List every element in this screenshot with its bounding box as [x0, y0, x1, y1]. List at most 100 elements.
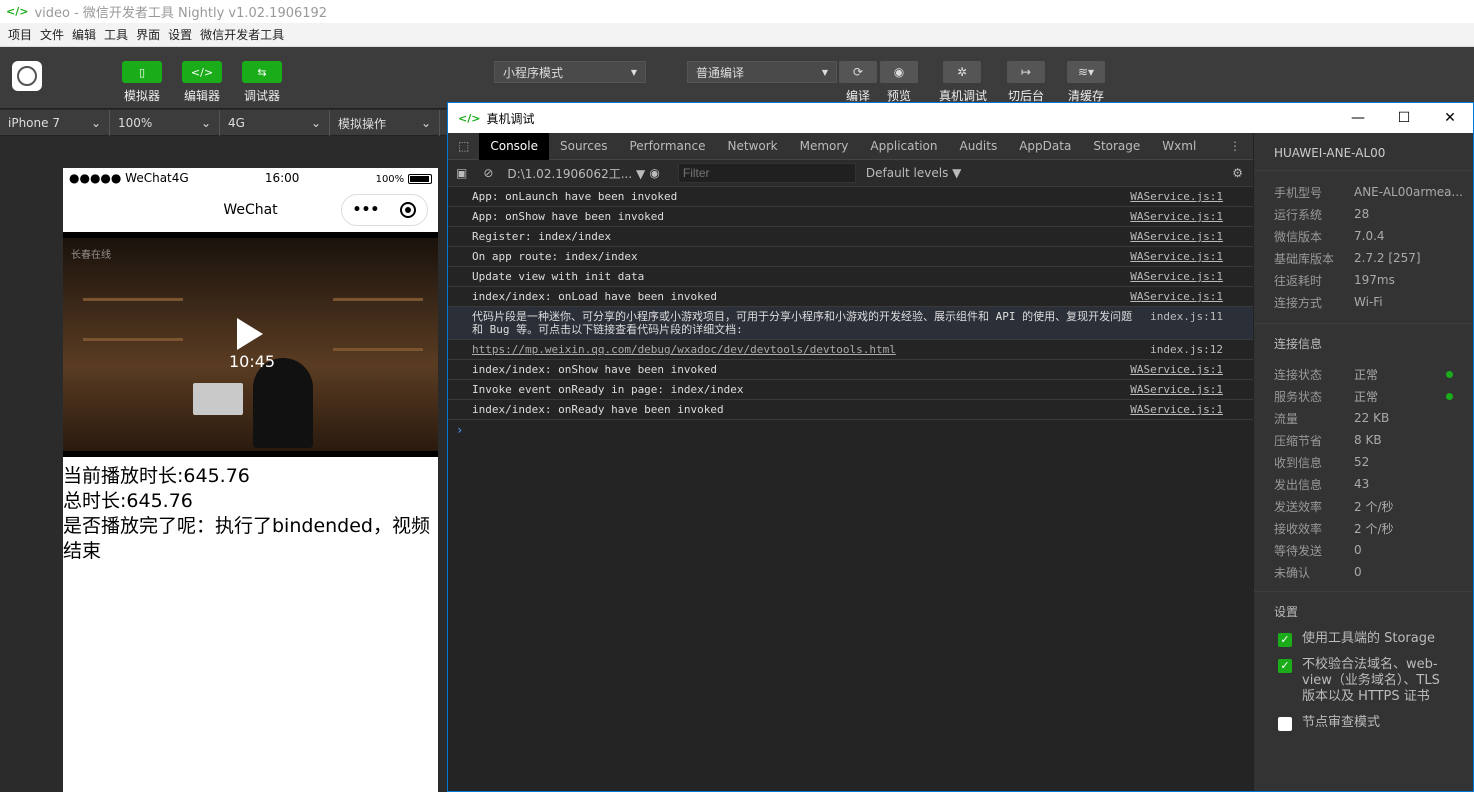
context-select[interactable]: D:\1.02.1906062工... ▼ — [501, 165, 645, 182]
menu-tools[interactable]: 工具 — [104, 26, 128, 43]
compile-mode-value: 普通编译 — [696, 65, 745, 80]
info-key: 微信版本 — [1274, 229, 1323, 244]
tab-console[interactable]: Console — [479, 132, 549, 160]
zoom-select[interactable]: 100% ⌄ — [110, 110, 220, 136]
close-button[interactable]: ✕ — [1427, 103, 1473, 133]
log-source-link[interactable]: WAService.js:1 — [1130, 383, 1223, 396]
menu-devtools[interactable]: 微信开发者工具 — [200, 26, 284, 43]
background-button[interactable]: ↦ — [1007, 61, 1045, 83]
log-source-link[interactable]: index.js:12 — [1150, 343, 1223, 356]
conn-row: 收到信息 52 — [1254, 451, 1473, 473]
phone-simulator[interactable]: ●●●●● WeChat4G 16:00 100% WeChat ••• 长春在… — [63, 168, 438, 792]
info-value: 2.7.2 [257] — [1354, 251, 1421, 265]
more-vertical-icon[interactable]: ⋮ — [1217, 139, 1253, 153]
maximize-button[interactable]: ☐ — [1381, 103, 1427, 133]
clear-cache-button[interactable]: ≋▾ — [1067, 61, 1105, 83]
window-title: video - 微信开发者工具 Nightly v1.02.1906192 — [34, 6, 328, 21]
log-row: Invoke event onReady in page: index/inde… — [448, 380, 1253, 400]
console-output[interactable]: App: onLaunch have been invoked WAService… — [448, 187, 1253, 791]
info-row: 往返耗时 197ms — [1254, 269, 1473, 291]
preview-button[interactable]: ◉ — [880, 61, 918, 83]
tab-network[interactable]: Network — [717, 133, 789, 160]
tab-application[interactable]: Application — [859, 133, 948, 160]
capsule-menu[interactable]: ••• — [341, 194, 428, 226]
conn-value: 52 — [1354, 455, 1370, 469]
info-key: 往返耗时 — [1274, 273, 1323, 288]
log-source-link[interactable]: WAService.js:1 — [1130, 403, 1223, 416]
tab-audits[interactable]: Audits — [948, 133, 1008, 160]
network-select[interactable]: 4G ⌄ — [220, 110, 330, 136]
log-source-link[interactable]: WAService.js:1 — [1130, 270, 1223, 283]
tab-appdata[interactable]: AppData — [1008, 133, 1082, 160]
conn-row: 流量 22 KB — [1254, 407, 1473, 429]
clear-console-icon[interactable]: ⊘ — [475, 166, 501, 180]
log-row: App: onLaunch have been invoked WAService… — [448, 187, 1253, 207]
inspect-element-icon[interactable]: ⬚ — [448, 139, 479, 153]
avatar[interactable] — [12, 61, 42, 91]
menu-edit[interactable]: 编辑 — [72, 26, 96, 43]
checkbox-checked-icon[interactable]: ✓ — [1278, 633, 1292, 647]
log-source-link[interactable]: WAService.js:1 — [1130, 363, 1223, 376]
log-message: 代码片段是一种迷你、可分享的小程序或小游戏项目，可用于分享小程序和小游戏的开发经… — [472, 310, 1133, 336]
conn-row: 服务状态 正常 — [1254, 385, 1473, 407]
video-player[interactable]: 长春在线 10:45 — [63, 232, 438, 457]
log-source-link[interactable]: WAService.js:1 — [1130, 250, 1223, 263]
conn-value: 0 — [1354, 565, 1362, 579]
compile-mode-select[interactable]: 普通编译 ▼ — [687, 61, 837, 83]
minimize-button[interactable]: — — [1335, 103, 1381, 133]
simulator-label: 模拟器 — [123, 89, 160, 103]
conn-key: 发送效率 — [1274, 499, 1323, 514]
play-icon[interactable] — [237, 318, 263, 350]
layers-icon: ≋▾ — [1077, 65, 1095, 79]
tab-sources[interactable]: Sources — [549, 133, 618, 160]
sidebar-toggle-icon[interactable]: ▣ — [448, 166, 475, 180]
setting-label: 不校验合法域名、web-view（业务域名）、TLS 版本以及 HTTPS 证书 — [1302, 657, 1440, 704]
setting-skip-domain-check[interactable]: ✓ 不校验合法域名、web-view（业务域名）、TLS 版本以及 HTTPS 证… — [1254, 657, 1473, 705]
setting-use-tool-storage[interactable]: ✓ 使用工具端的 Storage — [1254, 631, 1473, 647]
conn-value: 43 — [1354, 477, 1370, 491]
console-prompt[interactable]: › — [448, 420, 1253, 440]
editor-label: 编辑器 — [183, 89, 220, 103]
docs-link[interactable]: https://mp.weixin.qq.com/debug/wxadoc/de… — [472, 343, 896, 356]
more-icon[interactable]: ••• — [353, 202, 380, 218]
log-source-link[interactable]: WAService.js:1 — [1130, 190, 1223, 203]
tab-storage[interactable]: Storage — [1082, 133, 1151, 160]
tab-performance[interactable]: Performance — [618, 133, 716, 160]
info-row: 基础库版本 2.7.2 [257] — [1254, 247, 1473, 269]
mode-select-value: 小程序模式 — [503, 65, 564, 80]
remote-debug-button[interactable]: ✲ — [943, 61, 981, 83]
log-source-link[interactable]: WAService.js:1 — [1130, 210, 1223, 223]
checkbox-checked-icon[interactable]: ✓ — [1278, 659, 1292, 673]
conn-row: 连接状态 正常 — [1254, 363, 1473, 385]
tab-wxml[interactable]: Wxml — [1151, 133, 1207, 160]
debugger-toggle-button[interactable]: ⇆ — [242, 61, 282, 83]
log-levels-select[interactable]: Default levels ▼ — [856, 166, 972, 180]
log-row: Register: index/index WAService.js:1 — [448, 227, 1253, 247]
tab-memory[interactable]: Memory — [789, 133, 860, 160]
checkbox-unchecked-icon[interactable] — [1278, 717, 1292, 731]
console-filter-input[interactable] — [677, 163, 856, 183]
video-watermark: 长春在线 — [71, 250, 111, 261]
simulate-action-select[interactable]: 模拟操作 ⌄ — [330, 110, 440, 136]
laptop-image — [193, 383, 243, 415]
eye-icon[interactable]: ◉ — [641, 166, 667, 180]
menu-settings[interactable]: 设置 — [168, 26, 192, 43]
compile-button[interactable]: ⟳ — [839, 61, 877, 83]
debug-sliders-icon: ⇆ — [257, 65, 267, 79]
device-name: HUAWEI-ANE-AL00 — [1254, 133, 1473, 171]
log-source-link[interactable]: index.js:11 — [1150, 310, 1223, 323]
simulator-toggle-button[interactable]: ▯ — [122, 61, 162, 83]
info-key: 运行系统 — [1274, 207, 1323, 222]
device-select[interactable]: iPhone 7 ⌄ — [0, 110, 110, 136]
menu-project[interactable]: 项目 — [8, 26, 32, 43]
menu-view[interactable]: 界面 — [136, 26, 160, 43]
conn-row: 未确认 0 — [1254, 561, 1473, 583]
close-miniprogram-icon[interactable] — [400, 202, 417, 218]
editor-toggle-button[interactable]: </> — [182, 61, 222, 83]
menu-file[interactable]: 文件 — [40, 26, 64, 43]
log-source-link[interactable]: WAService.js:1 — [1130, 290, 1223, 303]
log-source-link[interactable]: WAService.js:1 — [1130, 230, 1223, 243]
mode-select[interactable]: 小程序模式 ▼ — [494, 61, 646, 83]
setting-node-inspect[interactable]: 节点审查模式 — [1254, 715, 1473, 731]
gear-icon[interactable]: ⚙ — [1222, 166, 1253, 180]
